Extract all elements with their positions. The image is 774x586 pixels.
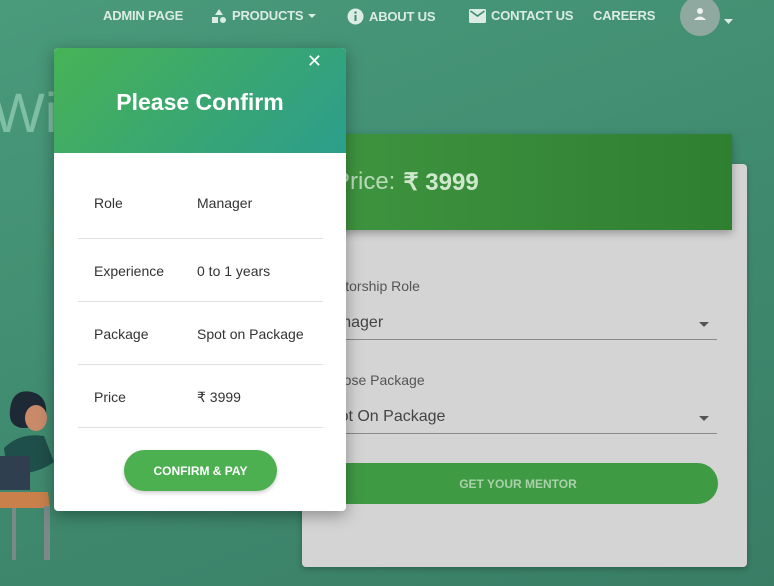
- nav-contact-us-label: CONTACT US: [491, 8, 574, 23]
- modal-header: Please Confirm ✕: [54, 48, 346, 153]
- confirm-modal: Please Confirm ✕ Role Manager Experience…: [54, 48, 346, 511]
- avatar-chevron-down-icon[interactable]: [724, 12, 733, 30]
- detail-row-package: Package Spot on Package: [78, 302, 323, 365]
- chevron-down-icon: [308, 13, 317, 19]
- detail-value: ₹ 3999: [197, 389, 241, 405]
- detail-key: Package: [94, 326, 149, 342]
- price-value: ₹ 3999: [403, 168, 479, 196]
- nav-admin-page-label: ADMIN PAGE: [103, 8, 184, 23]
- nav-about-us-label: ABOUT US: [369, 9, 436, 24]
- detail-value: 0 to 1 years: [197, 263, 271, 279]
- info-icon: [347, 8, 364, 25]
- role-dropdown-caret-icon: [699, 322, 709, 327]
- close-icon[interactable]: ✕: [307, 52, 322, 70]
- nav-products-label: PRODUCTS: [232, 8, 304, 23]
- confirm-and-pay-button[interactable]: CONFIRM & PAY: [124, 450, 277, 491]
- detail-key: Price: [94, 389, 126, 405]
- confirm-details-list: Role Manager Experience 0 to 1 years Pac…: [78, 172, 323, 428]
- nav-careers-label: CAREERS: [593, 8, 656, 23]
- detail-row-experience: Experience 0 to 1 years: [78, 239, 323, 302]
- mail-icon: [469, 8, 486, 23]
- person-icon: [693, 7, 707, 26]
- avatar[interactable]: [680, 0, 720, 36]
- get-your-mentor-button[interactable]: GET YOUR MENTOR: [318, 463, 718, 504]
- detail-value: Spot on Package: [197, 326, 304, 342]
- package-dropdown-caret-icon: [699, 416, 709, 421]
- detail-value: Manager: [197, 195, 253, 211]
- detail-key: Role: [94, 195, 123, 211]
- role-select[interactable]: Manager: [318, 310, 717, 340]
- nav-about-us[interactable]: ABOUT US: [347, 8, 435, 25]
- person-illustration: [0, 388, 60, 568]
- nav-contact-us[interactable]: CONTACT US: [469, 8, 573, 23]
- detail-row-price: Price ₹ 3999: [78, 365, 323, 428]
- nav-careers[interactable]: CAREERS: [593, 8, 655, 23]
- detail-key: Experience: [94, 263, 165, 279]
- modal-title: Please Confirm: [116, 88, 284, 115]
- nav-admin-page[interactable]: ADMIN PAGE: [103, 8, 183, 23]
- detail-row-role: Role Manager: [78, 172, 323, 239]
- shapes-icon: [211, 8, 227, 23]
- price-banner: Price: ₹ 3999: [318, 134, 732, 230]
- nav-products[interactable]: PRODUCTS: [211, 8, 317, 23]
- navbar: ADMIN PAGE PRODUCTS ABOUT US CONTACT US …: [0, 0, 774, 36]
- package-select[interactable]: Spot On Package: [318, 404, 717, 434]
